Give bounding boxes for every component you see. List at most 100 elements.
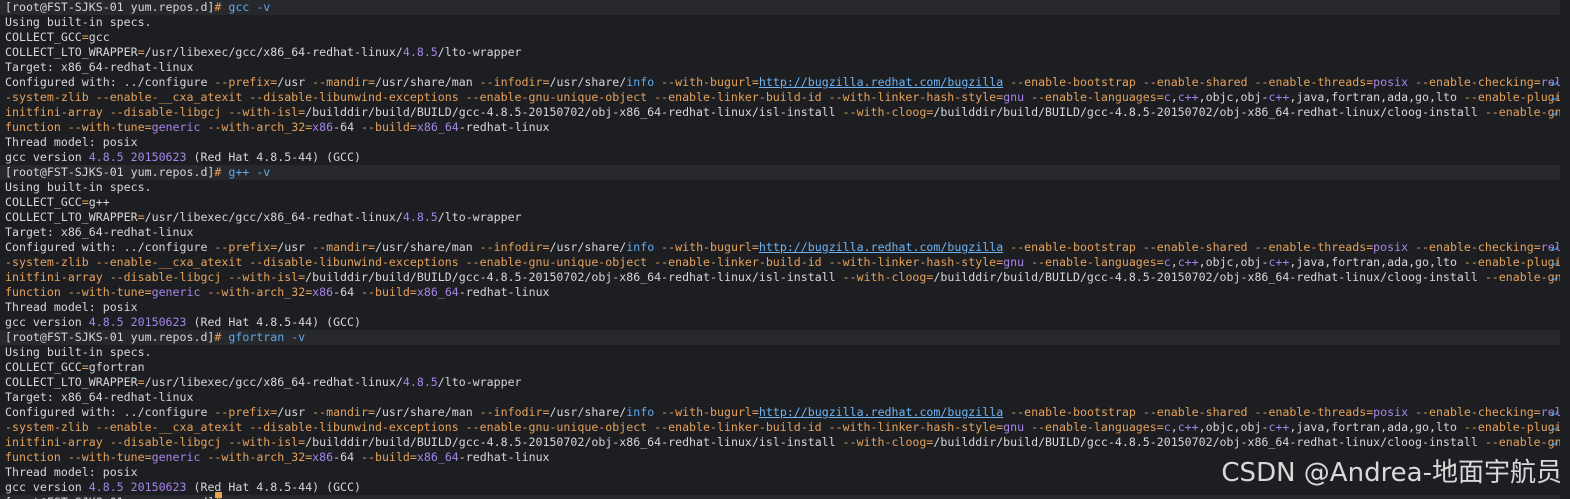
output-line: gcc version 4.8.5 20150623 (Red Hat 4.8.… [5, 480, 361, 495]
output-text: ,objc,obj- [1198, 255, 1269, 269]
bugzilla-link[interactable]: http://bugzilla.redhat.com/bugzilla [759, 405, 1003, 419]
output-text: gcc -v [228, 0, 271, 14]
output-text: gcc [88, 30, 110, 44]
output-text: --enable-bootstrap --enable-shared --ena… [1010, 75, 1367, 89]
output-text: = [144, 450, 152, 464]
output-line: Using built-in specs. [5, 345, 152, 360]
output-text: --with-cloog [842, 270, 927, 284]
output-text: /usr/libexec/gcc/x86_64-redhat-linux/ [144, 375, 403, 389]
output-text: --enable-languages [1031, 90, 1157, 104]
scrollbar[interactable] [1560, 0, 1570, 499]
output-text: --enable-languages [1031, 420, 1157, 434]
output-text: Configured with: ../configure [5, 240, 215, 254]
output-text: initfini-array --disable-libgcj --with-i… [5, 435, 299, 449]
output-text: --enable-plugin --enable- [1463, 255, 1560, 269]
output-line: initfini-array --disable-libgcj --with-i… [5, 435, 1560, 450]
csdn-watermark: CSDN @Andrea-地面宇航员 [1221, 458, 1562, 488]
output-line: function --with-tune=generic --with-arch… [5, 120, 550, 135]
line-wrap-icon: ↵ [1551, 91, 1558, 104]
output-text: generic [151, 285, 201, 299]
output-text: g++ -v [228, 165, 271, 179]
output-text: COLLECT_LTO_WRAPPER [5, 375, 138, 389]
output-text: = [1156, 420, 1164, 434]
output-text: (Red Hat 4.8.5-44) (GCC) [186, 315, 362, 329]
output-line: Target: x86_64-redhat-linux [5, 60, 193, 75]
output-text: 20150623 [130, 480, 187, 494]
output-text: [root@FST-SJKS-01 yum.repos.d] [5, 330, 215, 344]
output-text: --build [361, 285, 410, 299]
output-line: Using built-in specs. [5, 180, 152, 195]
output-text: x86 [312, 450, 334, 464]
output-text: = [409, 120, 417, 134]
output-text: /lto-wrapper [437, 210, 522, 224]
output-text: --enable-bootstrap --enable-shared --ena… [1010, 240, 1367, 254]
output-text: = [367, 75, 375, 89]
output-text: --enable-gnu-indirect- [1484, 270, 1560, 284]
output-text: /usr [277, 405, 313, 419]
output-text: posix [1373, 75, 1409, 89]
output-line: Configured with: ../configure --prefix=/… [5, 240, 1560, 255]
output-text: generic [151, 450, 201, 464]
output-text: # [214, 0, 229, 14]
line-wrap-icon: ↵ [1551, 406, 1558, 419]
output-text: info [626, 75, 655, 89]
bugzilla-link[interactable]: http://bugzilla.redhat.com/bugzilla [759, 75, 1003, 89]
output-line: -system-zlib --enable-__cxa_atexit --dis… [5, 90, 1560, 105]
output-text: --with-cloog [842, 435, 927, 449]
output-text: -system-zlib --enable-__cxa_atexit --dis… [5, 420, 997, 434]
output-text: /usr/share/ [549, 75, 627, 89]
output-text: --prefix [214, 240, 271, 254]
output-text: # [214, 165, 229, 179]
output-text: Target: x86_64-redhat-linux [5, 60, 194, 74]
output-text: --build [361, 120, 410, 134]
shell-prompt-line: [root@FST-SJKS-01 yum.repos.d]# gfortran… [0, 330, 1560, 345]
output-text: --infodir [479, 405, 543, 419]
output-text: --infodir [479, 240, 543, 254]
output-text: = [81, 195, 89, 209]
output-text: 20150623 [130, 150, 187, 164]
output-text: x86_64 [416, 120, 459, 134]
output-line: -system-zlib --enable-__cxa_atexit --dis… [5, 255, 1560, 270]
output-text: (Red Hat 4.8.5-44) (GCC) [186, 480, 362, 494]
output-text: = [137, 375, 145, 389]
output-text: info [626, 405, 655, 419]
output-text: --enable-gnu-indirect- [1484, 105, 1560, 119]
output-text: = [409, 450, 417, 464]
output-text: ,java,fortran,ada,go,lto [1289, 90, 1464, 104]
output-text: 4.8.5 [402, 210, 438, 224]
output-text: --build [361, 450, 410, 464]
output-text: c++ [1177, 255, 1199, 269]
output-text: g++ [88, 195, 110, 209]
output-text: Thread model: posix [5, 465, 138, 479]
bugzilla-link[interactable]: http://bugzilla.redhat.com/bugzilla [759, 240, 1003, 254]
output-text: = [367, 405, 375, 419]
line-wrap-icon: ↵ [1551, 106, 1558, 119]
output-text: Target: x86_64-redhat-linux [5, 225, 194, 239]
output-text: function --with-tune [5, 285, 145, 299]
output-text: COLLECT_LTO_WRAPPER [5, 45, 138, 59]
line-wrap-icon: ↵ [1551, 271, 1558, 284]
output-text: 4.8.5 [88, 480, 124, 494]
output-line: Thread model: posix [5, 465, 138, 480]
terminal-output[interactable]: [root@FST-SJKS-01 yum.repos.d] # gcc -v Us… [0, 0, 1560, 499]
output-text: Thread model: posix [5, 135, 138, 149]
output-text: /builddir/build/BUILD/gcc-4.8.5-20150702… [305, 105, 843, 119]
output-text: --with-arch_32 [207, 285, 306, 299]
output-text: /builddir/build/BUILD/gcc-4.8.5-20150702… [933, 105, 1485, 119]
output-line: -system-zlib --enable-__cxa_atexit --dis… [5, 420, 1560, 435]
output-text: , [1170, 420, 1178, 434]
output-text: (Red Hat 4.8.5-44) (GCC) [186, 150, 362, 164]
output-text: = [144, 120, 152, 134]
output-text: 20150623 [130, 315, 187, 329]
output-text: Using built-in specs. [5, 180, 152, 194]
output-text: c [1163, 90, 1171, 104]
line-wrap-icon: ↵ [1551, 241, 1558, 254]
output-text: x86_64 [416, 450, 459, 464]
output-line: Configured with: ../configure --prefix=/… [5, 75, 1560, 90]
output-text: --infodir [479, 75, 543, 89]
output-text: Using built-in specs. [5, 15, 152, 29]
